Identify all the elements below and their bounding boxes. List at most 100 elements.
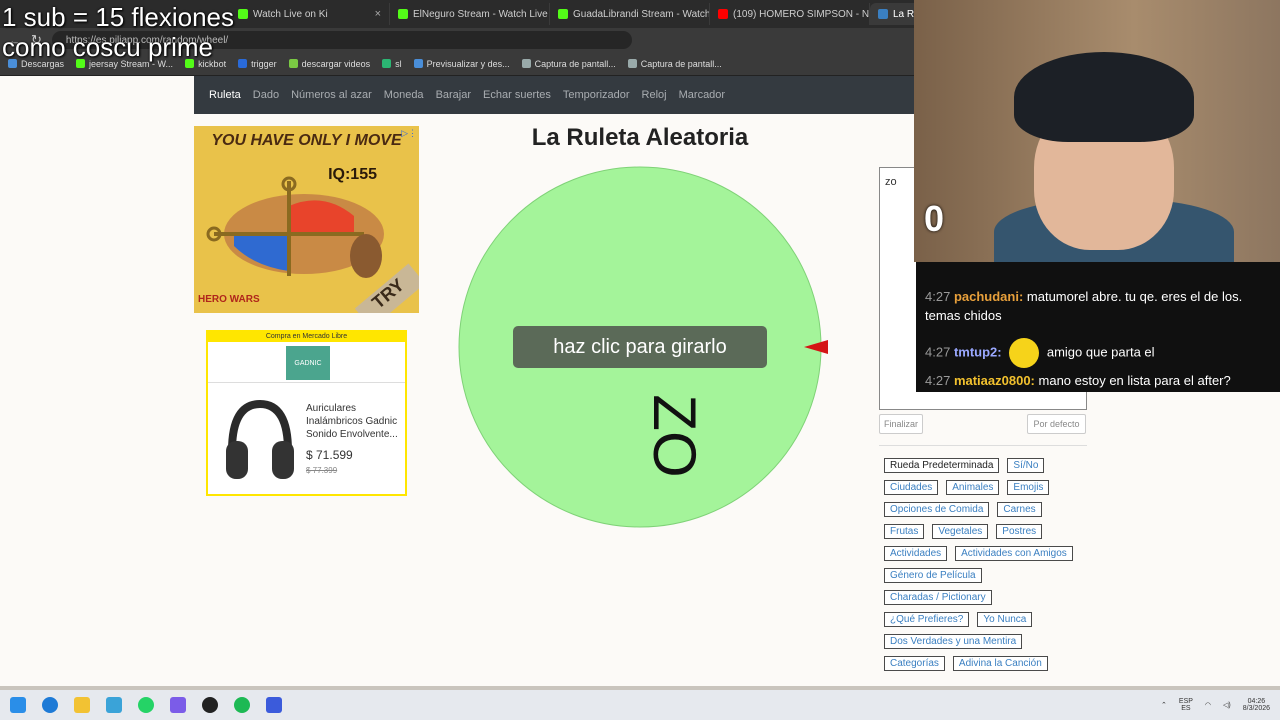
preset-chip[interactable]: Opciones de Comida xyxy=(884,502,990,517)
nav-item-2[interactable]: Números al azar xyxy=(291,89,372,101)
bookmark-icon xyxy=(288,59,298,68)
preset-chip[interactable]: Carnes xyxy=(997,502,1042,517)
chevron-up-icon[interactable]: ⌃ xyxy=(1161,701,1167,709)
bookmark-item[interactable]: Previsualizar y des... xyxy=(413,58,510,69)
emote-icon xyxy=(1009,338,1040,368)
chat-overlay: 4:27 pachudani: matumorel abre. tu qe. e… xyxy=(916,262,1280,392)
bookmark-item[interactable]: sl xyxy=(382,59,402,69)
windows-start-icon[interactable] xyxy=(10,697,26,713)
bookmark-item[interactable]: Captura de pantall... xyxy=(627,58,722,69)
spotify-icon[interactable] xyxy=(234,697,250,713)
tab-favicon-icon xyxy=(398,9,408,19)
preset-chip[interactable]: Categorías xyxy=(884,656,945,671)
app-icon[interactable] xyxy=(106,697,122,713)
taskbar: ⌃ ESP ES ◠ ◁) 04:26 8/3/2026 xyxy=(0,690,1280,720)
webcam-feed: 0 xyxy=(914,0,1280,262)
bookmark-item[interactable]: trigger xyxy=(238,59,277,69)
preset-chip[interactable]: Postres xyxy=(996,524,1043,539)
bookmark-icon xyxy=(521,59,531,68)
brand-logo: GADNIC xyxy=(286,346,330,380)
finish-button[interactable]: Finalizar xyxy=(879,414,923,434)
chat-user: matiaaz0800: xyxy=(953,373,1035,388)
tab-label: Watch Live on Ki xyxy=(253,8,328,20)
clock-date: 8/3/2026 xyxy=(1242,705,1270,712)
chat-message: 4:27 matiaaz0800: mano estoy en lista pa… xyxy=(925,371,1275,390)
preset-chip[interactable]: Charadas / Pictionary xyxy=(884,590,992,605)
tab-favicon-icon xyxy=(718,9,728,19)
browser-tab[interactable]: Watch Live on Ki × xyxy=(230,3,390,25)
edge-icon[interactable] xyxy=(42,697,58,713)
preset-chip[interactable]: Emojis xyxy=(1007,480,1050,495)
preset-chip[interactable]: Vegetales xyxy=(932,524,989,539)
bookmark-label: Previsualizar y des... xyxy=(426,58,510,69)
nav-item-6[interactable]: Temporizador xyxy=(563,89,630,101)
bookmark-item[interactable]: descargar videos xyxy=(288,58,371,69)
tab-label: GuadaLibrandi Stream - Watch Li xyxy=(573,8,710,20)
browser-tab[interactable]: (109) HOMERO SIMPSON - NiñoR× xyxy=(710,3,870,25)
preset-chip[interactable]: Yo Nunca xyxy=(977,612,1033,627)
preset-chip[interactable]: Sí/No xyxy=(1007,458,1045,473)
preset-chip[interactable]: Animales xyxy=(946,480,1000,495)
overlay-line-1: 1 sub = 15 flexiones xyxy=(2,2,234,32)
product-old-price: $ 77.399 xyxy=(306,466,338,475)
preset-chip[interactable]: Género de Película xyxy=(884,568,982,583)
preset-chip[interactable]: Adivina la Canción xyxy=(952,656,1048,671)
nav-item-3[interactable]: Moneda xyxy=(384,89,424,101)
preset-chip[interactable]: Ciudades xyxy=(884,480,939,495)
system-tray: ⌃ ESP ES ◠ ◁) 04:26 8/3/2026 xyxy=(1161,690,1270,720)
site-nav: Ruleta Dado Números al azar Moneda Barajar Ec… xyxy=(194,76,914,114)
product-name: Auriculares Inalámbricos Gadnic Sonido E… xyxy=(306,403,398,440)
preset-chip[interactable]: Dos Verdades y una Mentira xyxy=(884,634,1023,649)
default-button[interactable]: Por defecto xyxy=(1027,414,1086,434)
file-explorer-icon[interactable] xyxy=(74,697,90,713)
chat-time: 4:27 xyxy=(925,373,951,388)
tab-favicon-icon xyxy=(558,9,568,19)
lang-top: ESP xyxy=(1178,698,1193,705)
clock-time: 04:26 xyxy=(1247,698,1266,705)
clock[interactable]: 04:26 8/3/2026 xyxy=(1243,698,1270,712)
bookmark-label: descargar videos xyxy=(301,58,371,69)
spin-button[interactable]: haz clic para girarlo xyxy=(513,326,767,368)
discord-icon[interactable] xyxy=(170,697,186,713)
ad-info-icon[interactable]: ▷⋮ xyxy=(401,128,417,139)
app-icon[interactable] xyxy=(266,697,282,713)
browser-tab[interactable]: ElNeguro Stream - Watch Live on× xyxy=(390,3,550,25)
ad-banner: Compra en Mercado Libre xyxy=(208,332,405,342)
volume-icon[interactable]: ◁) xyxy=(1223,701,1231,709)
preset-chip[interactable]: Actividades con Amigos xyxy=(955,546,1073,561)
close-tab-icon[interactable]: × xyxy=(375,8,381,20)
chat-user: pachudani: xyxy=(953,289,1024,304)
product-ad[interactable]: Compra en Mercado Libre GADNIC Auricular… xyxy=(206,330,407,496)
ad-iq: IQ:155 xyxy=(328,166,377,183)
nav-item-1[interactable]: Dado xyxy=(253,89,279,101)
nav-item-5[interactable]: Echar suertes xyxy=(483,89,551,101)
browser-tab[interactable]: GuadaLibrandi Stream - Watch Li× xyxy=(550,3,710,25)
obs-icon[interactable] xyxy=(202,697,218,713)
bookmark-icon xyxy=(238,59,248,68)
nav-item-8[interactable]: Marcador xyxy=(679,89,725,101)
preset-chip[interactable]: Rueda Predeterminada xyxy=(884,458,1000,473)
page-title: La Ruleta Aleatoria xyxy=(531,124,749,151)
whatsapp-icon[interactable] xyxy=(138,697,154,713)
chat-text: amigo que parta el xyxy=(1046,344,1155,360)
nav-item-0[interactable]: Ruleta xyxy=(209,89,241,101)
tab-label: (109) HOMERO SIMPSON - NiñoR xyxy=(733,8,870,20)
cam-counter: 0 xyxy=(924,198,945,239)
chat-user: tmtup2: xyxy=(953,344,1002,360)
wheel-segment-label: ZO xyxy=(641,394,708,477)
game-ad[interactable]: YOU HAVE ONLY I MOVE IQ:155 HERO WARS TR… xyxy=(194,126,419,313)
lang-bottom: ES xyxy=(1181,705,1191,712)
wifi-icon[interactable]: ◠ xyxy=(1205,701,1211,709)
nav-item-7[interactable]: Reloj xyxy=(642,89,667,101)
ad-divider xyxy=(208,382,405,383)
bookmark-label: Captura de pantall... xyxy=(640,58,722,69)
bookmark-icon xyxy=(382,59,392,68)
preset-chip[interactable]: Actividades xyxy=(884,546,948,561)
nav-item-4[interactable]: Barajar xyxy=(436,89,471,101)
bookmark-item[interactable]: Captura de pantall... xyxy=(521,59,616,69)
bookmark-label: trigger xyxy=(251,58,277,69)
preset-chip[interactable]: ¿Qué Prefieres? xyxy=(884,612,970,627)
preset-chip[interactable]: Frutas xyxy=(884,524,925,539)
headphones-image xyxy=(226,399,294,479)
language-indicator[interactable]: ESP ES xyxy=(1179,698,1193,712)
